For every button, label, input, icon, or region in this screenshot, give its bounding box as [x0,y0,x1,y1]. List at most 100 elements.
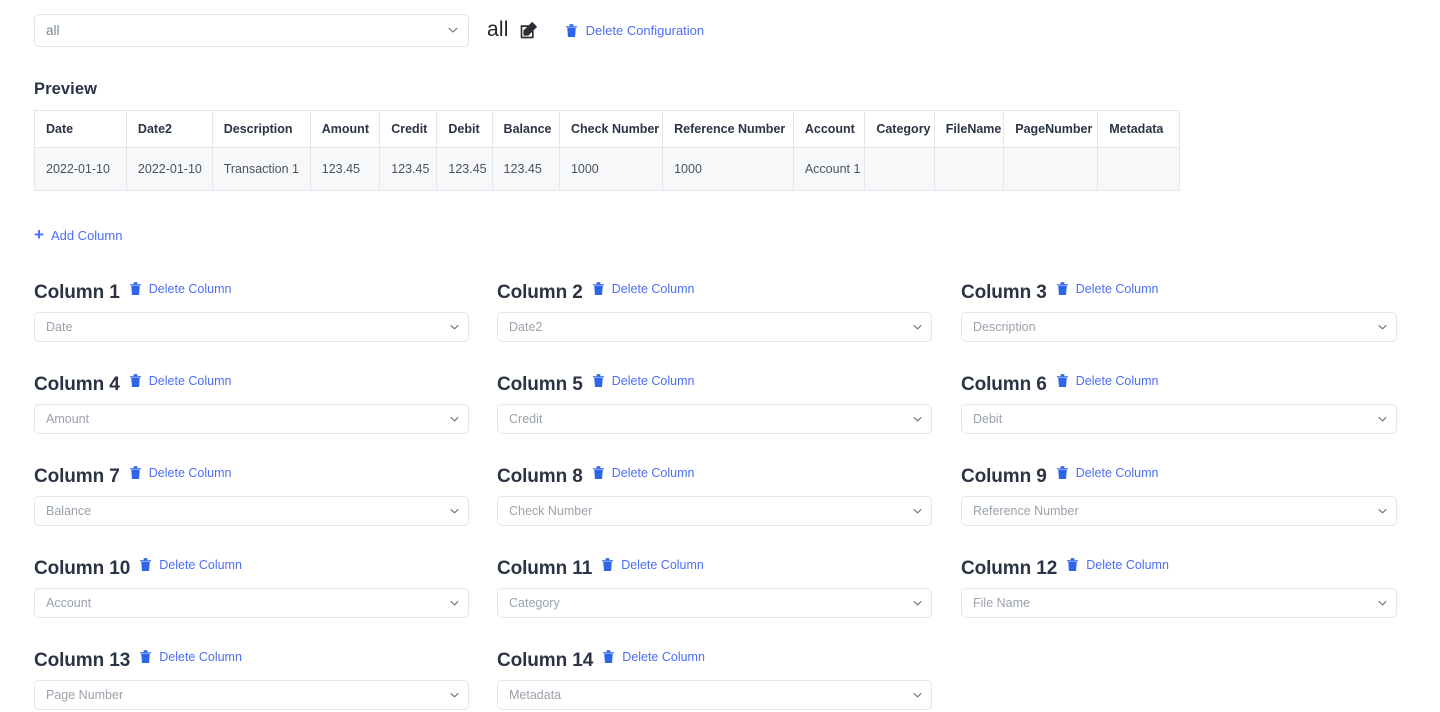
delete-column-label: Delete Column [612,282,695,296]
grid-spacer [469,374,497,434]
column-config-header: Column 3 Delete Column [961,282,1397,304]
column-title: Column 5 [497,374,583,396]
column-field-select[interactable]: Page Number [34,680,469,710]
column-config-header: Column 5 Delete Column [497,374,932,396]
column-title: Column 3 [961,282,1047,304]
column-config-card: Column 10 Delete Column Account [34,558,469,618]
preview-table-body: 2022-01-102022-01-10Transaction 1123.451… [35,148,1180,191]
column-config-header: Column 11Delete Column [497,558,932,580]
delete-column-label: Delete Column [159,650,242,664]
table-header-cell: Reference Number [663,111,794,148]
column-select-wrapper: Amount [34,404,469,434]
column-field-select[interactable]: Check Number [497,496,932,526]
configuration-bar: all all Delete Configuration [34,13,704,47]
preview-table: DateDate2DescriptionAmountCreditDebitBal… [34,110,1180,191]
column-title: Column 1 [34,282,120,304]
add-column-label: Add Column [51,228,123,243]
trash-icon [601,557,614,572]
table-cell [865,148,934,191]
column-select-wrapper: Date2 [497,312,932,342]
table-cell: 1000 [559,148,662,191]
add-column-button[interactable]: + Add Column [34,227,122,244]
column-config-card: Column 12Delete ColumnFile Name [961,558,1397,618]
table-header-cell: Date2 [126,111,212,148]
trash-icon [1056,281,1069,296]
column-config-header: Column 10 Delete Column [34,558,469,580]
column-select-wrapper: Credit [497,404,932,434]
column-field-select[interactable]: Date2 [497,312,932,342]
delete-column-button[interactable]: Delete Column [1056,281,1159,296]
column-field-select[interactable]: Date [34,312,469,342]
delete-column-button[interactable]: Delete Column [1066,557,1169,572]
column-config-card: Column 1 Delete Column Date [34,282,469,342]
grid-spacer [932,650,961,710]
column-title: Column 14 [497,650,593,672]
table-cell [934,148,1003,191]
delete-column-label: Delete Column [159,558,242,572]
column-field-select[interactable]: Debit [961,404,1397,434]
column-config-card: Column 13Delete ColumnPage Number [34,650,469,710]
delete-column-button[interactable]: Delete Column [1056,373,1159,388]
grid-spacer [469,650,497,710]
column-configuration-page: all all Delete Configuration Preview [0,0,1440,712]
delete-column-button[interactable]: Delete Column [1056,465,1159,480]
column-select-wrapper: File Name [961,588,1397,618]
trash-icon [129,281,142,296]
edit-pencil-square-icon[interactable] [518,20,539,41]
column-config-card: Column 5 Delete Column Credit [497,374,932,434]
delete-column-label: Delete Column [621,558,704,572]
trash-icon [1056,373,1069,388]
column-config-header: Column 8Delete Column [497,466,932,488]
delete-column-button[interactable]: Delete Column [129,465,232,480]
column-field-select[interactable]: File Name [961,588,1397,618]
delete-column-button[interactable]: Delete Column [602,649,705,664]
trash-icon [129,465,142,480]
columns-grid: Column 1 Delete Column Date Column 2Delete … [34,282,1398,710]
table-cell: 123.45 [492,148,559,191]
column-config-header: Column 1 Delete Column [34,282,469,304]
column-field-select[interactable]: Metadata [497,680,932,710]
delete-configuration-button[interactable]: Delete Configuration [565,23,705,38]
column-field-select[interactable]: Amount [34,404,469,434]
trash-icon [565,23,578,38]
column-field-select[interactable]: Account [34,588,469,618]
delete-column-button[interactable]: Delete Column [129,281,232,296]
table-header-cell: Category [865,111,934,148]
grid-spacer [469,466,497,526]
column-field-select[interactable]: Description [961,312,1397,342]
delete-column-button[interactable]: Delete Column [601,557,704,572]
delete-column-button[interactable]: Delete Column [139,557,242,572]
table-header-row: DateDate2DescriptionAmountCreditDebitBal… [35,111,1180,148]
column-select-wrapper: Reference Number [961,496,1397,526]
delete-configuration-label: Delete Configuration [586,23,705,38]
preview-table-head: DateDate2DescriptionAmountCreditDebitBal… [35,111,1180,148]
delete-column-button[interactable]: Delete Column [139,649,242,664]
column-config-header: Column 4Delete Column [34,374,469,396]
table-header-cell: Description [212,111,310,148]
column-select-wrapper: Page Number [34,680,469,710]
delete-column-label: Delete Column [1086,558,1169,572]
delete-column-button[interactable]: Delete Column [129,373,232,388]
column-field-select[interactable]: Reference Number [961,496,1397,526]
table-cell: 123.45 [310,148,379,191]
trash-icon [602,649,615,664]
delete-column-button[interactable]: Delete Column [592,465,695,480]
delete-column-label: Delete Column [149,466,232,480]
trash-icon [139,649,152,664]
preview-title: Preview [34,80,97,99]
column-title: Column 10 [34,558,130,580]
column-field-select[interactable]: Credit [497,404,932,434]
table-header-cell: PageNumber [1004,111,1098,148]
plus-icon: + [34,226,44,243]
configuration-name: all [487,18,509,42]
column-title: Column 6 [961,374,1047,396]
column-field-select[interactable]: Balance [34,496,469,526]
trash-icon [592,465,605,480]
column-config-header: Column 2Delete Column [497,282,932,304]
column-field-select[interactable]: Category [497,588,932,618]
delete-column-button[interactable]: Delete Column [592,281,695,296]
column-config-header: Column 14 Delete Column [497,650,932,672]
configuration-select[interactable]: all [34,14,469,47]
delete-column-button[interactable]: Delete Column [592,373,695,388]
column-title: Column 7 [34,466,120,488]
